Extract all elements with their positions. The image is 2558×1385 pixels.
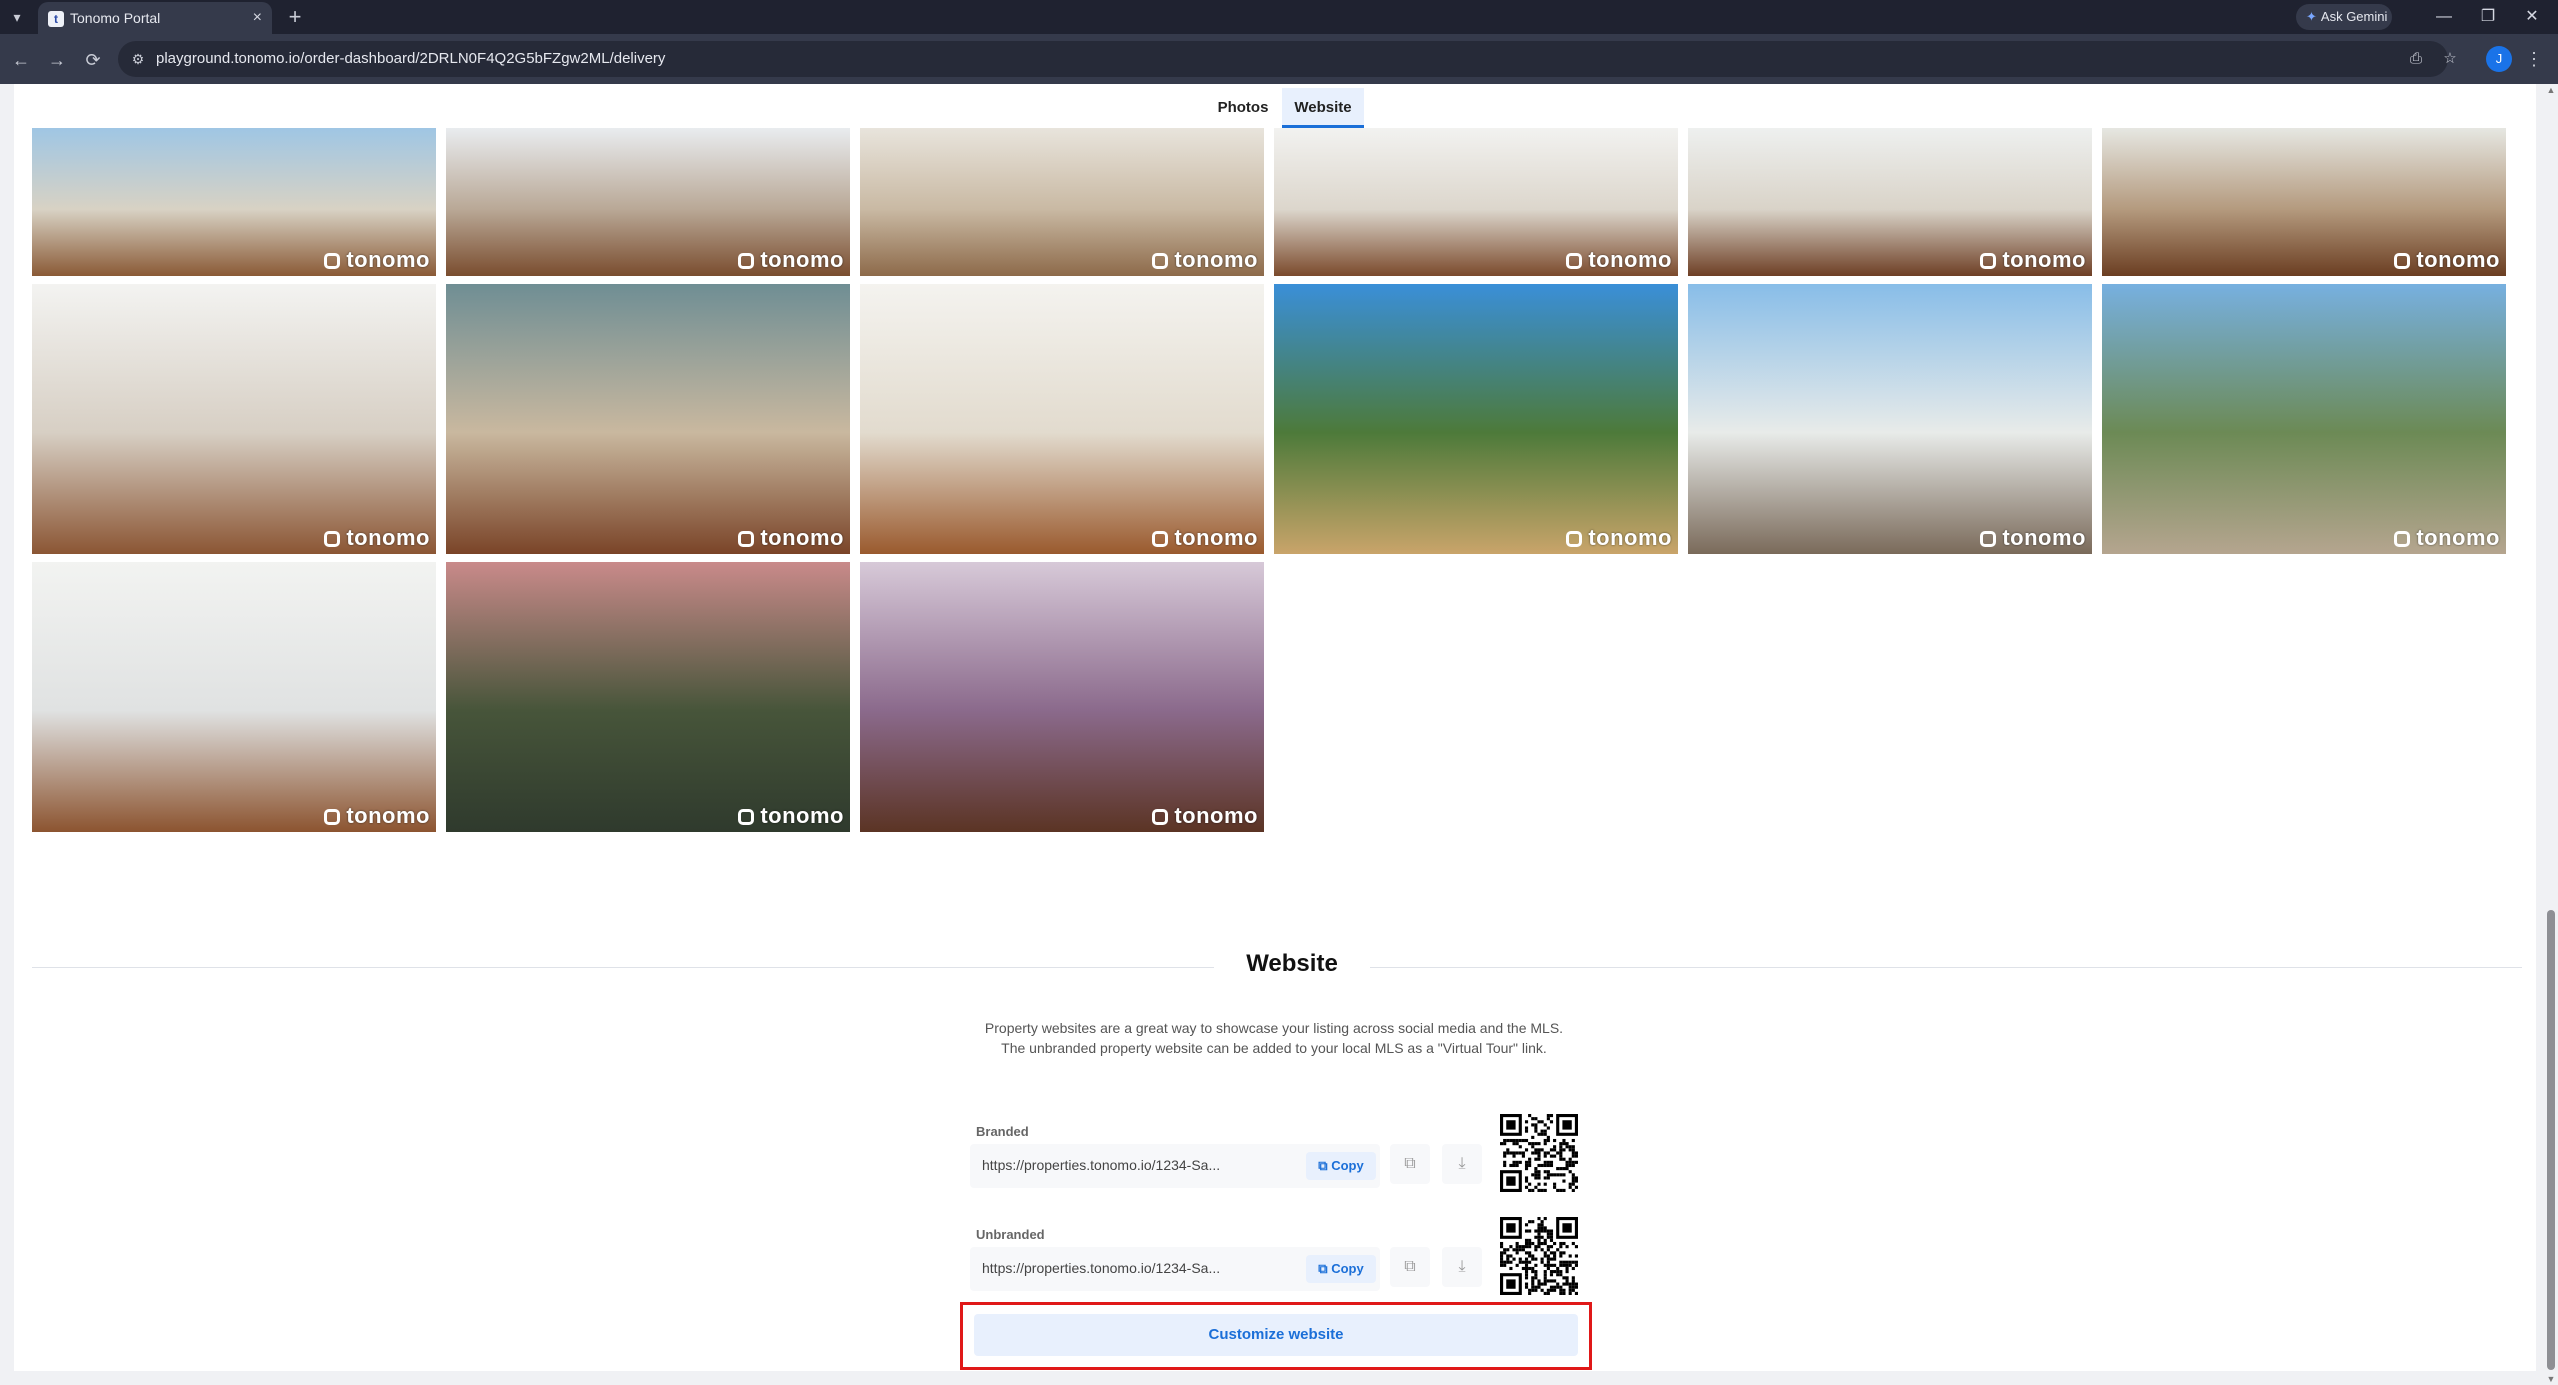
tonomo-logo-icon — [324, 253, 341, 269]
new-tab-icon[interactable]: + — [282, 4, 308, 30]
tonomo-watermark: tonomo — [1566, 525, 1672, 551]
branded-label: Branded — [976, 1124, 1029, 1139]
website-description: Property websites are a great way to sho… — [984, 1020, 1564, 1056]
branded-copy-button[interactable]: ⧉ Copy — [1306, 1152, 1376, 1180]
tonomo-logo-icon — [1566, 253, 1583, 269]
tonomo-watermark: tonomo — [738, 525, 844, 551]
page-background: Photos Website tonomo tonomo tonomo tonomo t… — [0, 84, 2544, 1385]
window-close-icon[interactable]: ✕ — [2512, 4, 2552, 30]
unbranded-label: Unbranded — [976, 1227, 1045, 1242]
tonomo-watermark: tonomo — [1980, 525, 2086, 551]
photo-garden-palms[interactable]: tonomo — [1274, 284, 1678, 554]
tonomo-logo-icon — [324, 809, 341, 825]
delivery-content: Photos Website tonomo tonomo tonomo tonomo t… — [14, 84, 2536, 1371]
scroll-up-icon[interactable]: ▲ — [2544, 84, 2558, 96]
minimize-icon[interactable]: — — [2424, 4, 2464, 30]
photo-porch-wicker-chairs[interactable]: tonomo — [446, 128, 850, 276]
tonomo-watermark: tonomo — [1152, 803, 1258, 829]
tonomo-watermark: tonomo — [324, 247, 430, 273]
close-tab-icon[interactable]: × — [253, 8, 262, 28]
tonomo-favicon-icon: t — [48, 11, 64, 27]
unbranded-url[interactable]: https://properties.tonomo.io/1234-Sa... — [982, 1260, 1220, 1276]
tonomo-logo-icon — [2394, 253, 2411, 269]
unbranded-copy-button[interactable]: ⧉ Copy — [1306, 1255, 1376, 1283]
reload-icon[interactable]: ⟳ — [80, 47, 106, 73]
photo-hallway-wallpaper[interactable]: tonomo — [446, 284, 850, 554]
url-text[interactable]: playground.tonomo.io/order-dashboard/2DR… — [156, 50, 665, 67]
photo-kitchen-island-2[interactable]: tonomo — [1688, 128, 2092, 276]
photo-kitchen-island-1[interactable]: tonomo — [1274, 128, 1678, 276]
tonomo-logo-icon — [738, 253, 755, 269]
tonomo-logo-icon — [1566, 531, 1583, 547]
photo-front-door[interactable]: tonomo — [32, 562, 436, 832]
profile-avatar[interactable]: J — [2486, 46, 2512, 72]
forward-icon[interactable]: → — [44, 47, 70, 73]
tonomo-logo-icon — [2394, 531, 2411, 547]
tab-title: Tonomo Portal — [70, 10, 161, 26]
photo-living-room-fireplace[interactable]: tonomo — [860, 128, 1264, 276]
copy-label: Copy — [1331, 1158, 1364, 1173]
ask-gemini-button[interactable]: ✦ Ask Gemini — [2296, 4, 2392, 30]
tonomo-watermark: tonomo — [1980, 247, 2086, 273]
unbranded-qr-code — [1500, 1217, 1578, 1295]
copy-icon: ⧉ — [1318, 1261, 1328, 1276]
tonomo-logo-icon — [324, 531, 341, 547]
photo-chandelier-stairs[interactable]: tonomo — [860, 284, 1264, 554]
address-bar[interactable]: ⚙ playground.tonomo.io/order-dashboard/2… — [118, 41, 2457, 77]
tonomo-watermark: tonomo — [738, 247, 844, 273]
tonomo-watermark: tonomo — [324, 803, 430, 829]
tonomo-watermark: tonomo — [2394, 525, 2500, 551]
tonomo-watermark: tonomo — [324, 525, 430, 551]
tonomo-logo-icon — [738, 809, 755, 825]
branded-download-icon[interactable]: ⤓ — [1442, 1144, 1482, 1184]
tonomo-logo-icon — [1152, 531, 1169, 547]
photo-aerial-sunset[interactable]: tonomo — [446, 562, 850, 832]
unbranded-download-icon[interactable]: ⤓ — [1442, 1247, 1482, 1287]
bookmark-star-icon[interactable]: ☆ — [2440, 49, 2460, 69]
tonomo-logo-icon — [1152, 809, 1169, 825]
ask-gemini-label: Ask Gemini — [2320, 9, 2388, 24]
branded-open-external-icon[interactable]: ⧉ — [1390, 1144, 1430, 1184]
unbranded-url-field[interactable]: https://properties.tonomo.io/1234-Sa... … — [970, 1247, 1380, 1291]
tab-search-icon[interactable]: ▾ — [6, 6, 28, 28]
page-scrollbar[interactable]: ▲ ▼ — [2544, 84, 2558, 1385]
browser-toolbar: ← → ⟳ ⚙ playground.tonomo.io/order-dashb… — [0, 34, 2558, 84]
browser-menu-icon[interactable]: ⋮ — [2524, 46, 2544, 72]
scroll-down-icon[interactable]: ▼ — [2544, 1373, 2558, 1385]
tonomo-logo-icon — [1980, 253, 1997, 269]
restore-icon[interactable]: ❐ — [2468, 4, 2508, 30]
tonomo-watermark: tonomo — [1566, 247, 1672, 273]
gemini-icon: ✦ — [2306, 9, 2317, 24]
tonomo-watermark: tonomo — [1152, 525, 1258, 551]
browser-tab[interactable]: t Tonomo Portal × — [38, 2, 272, 34]
tab-photos[interactable]: Photos — [1204, 88, 1282, 128]
branded-url[interactable]: https://properties.tonomo.io/1234-Sa... — [982, 1157, 1220, 1173]
browser-tab-bar: ▾ t Tonomo Portal × + ✦ Ask Gemini — ❐ ✕ — [0, 0, 2558, 34]
copy-icon: ⧉ — [1318, 1158, 1328, 1173]
tonomo-logo-icon — [738, 531, 755, 547]
photo-entry-console[interactable]: tonomo — [32, 284, 436, 554]
website-section-title: Website — [1214, 950, 1370, 978]
customize-website-button[interactable]: Customize website — [974, 1314, 1578, 1356]
tonomo-logo-icon — [1152, 253, 1169, 269]
photo-veranda-view[interactable]: tonomo — [1688, 284, 2092, 554]
site-info-icon[interactable]: ⚙ — [128, 49, 148, 69]
tonomo-watermark: tonomo — [2394, 247, 2500, 273]
branded-url-field[interactable]: https://properties.tonomo.io/1234-Sa... … — [970, 1144, 1380, 1188]
photo-balcony-dusk[interactable]: tonomo — [860, 562, 1264, 832]
tonomo-logo-icon — [1980, 531, 1997, 547]
tonomo-watermark: tonomo — [1152, 247, 1258, 273]
photo-deck-dining-table[interactable]: tonomo — [32, 128, 436, 276]
scroll-thumb[interactable] — [2547, 910, 2555, 1370]
copy-label: Copy — [1331, 1261, 1364, 1276]
tab-website[interactable]: Website — [1282, 88, 1364, 128]
install-icon[interactable]: ⎙ — [2406, 49, 2426, 69]
tonomo-watermark: tonomo — [738, 803, 844, 829]
photo-adirondack-chairs[interactable]: tonomo — [2102, 284, 2506, 554]
back-icon[interactable]: ← — [8, 47, 34, 73]
photo-dining-round-table[interactable]: tonomo — [2102, 128, 2506, 276]
unbranded-open-external-icon[interactable]: ⧉ — [1390, 1247, 1430, 1287]
branded-qr-code — [1500, 1114, 1578, 1192]
